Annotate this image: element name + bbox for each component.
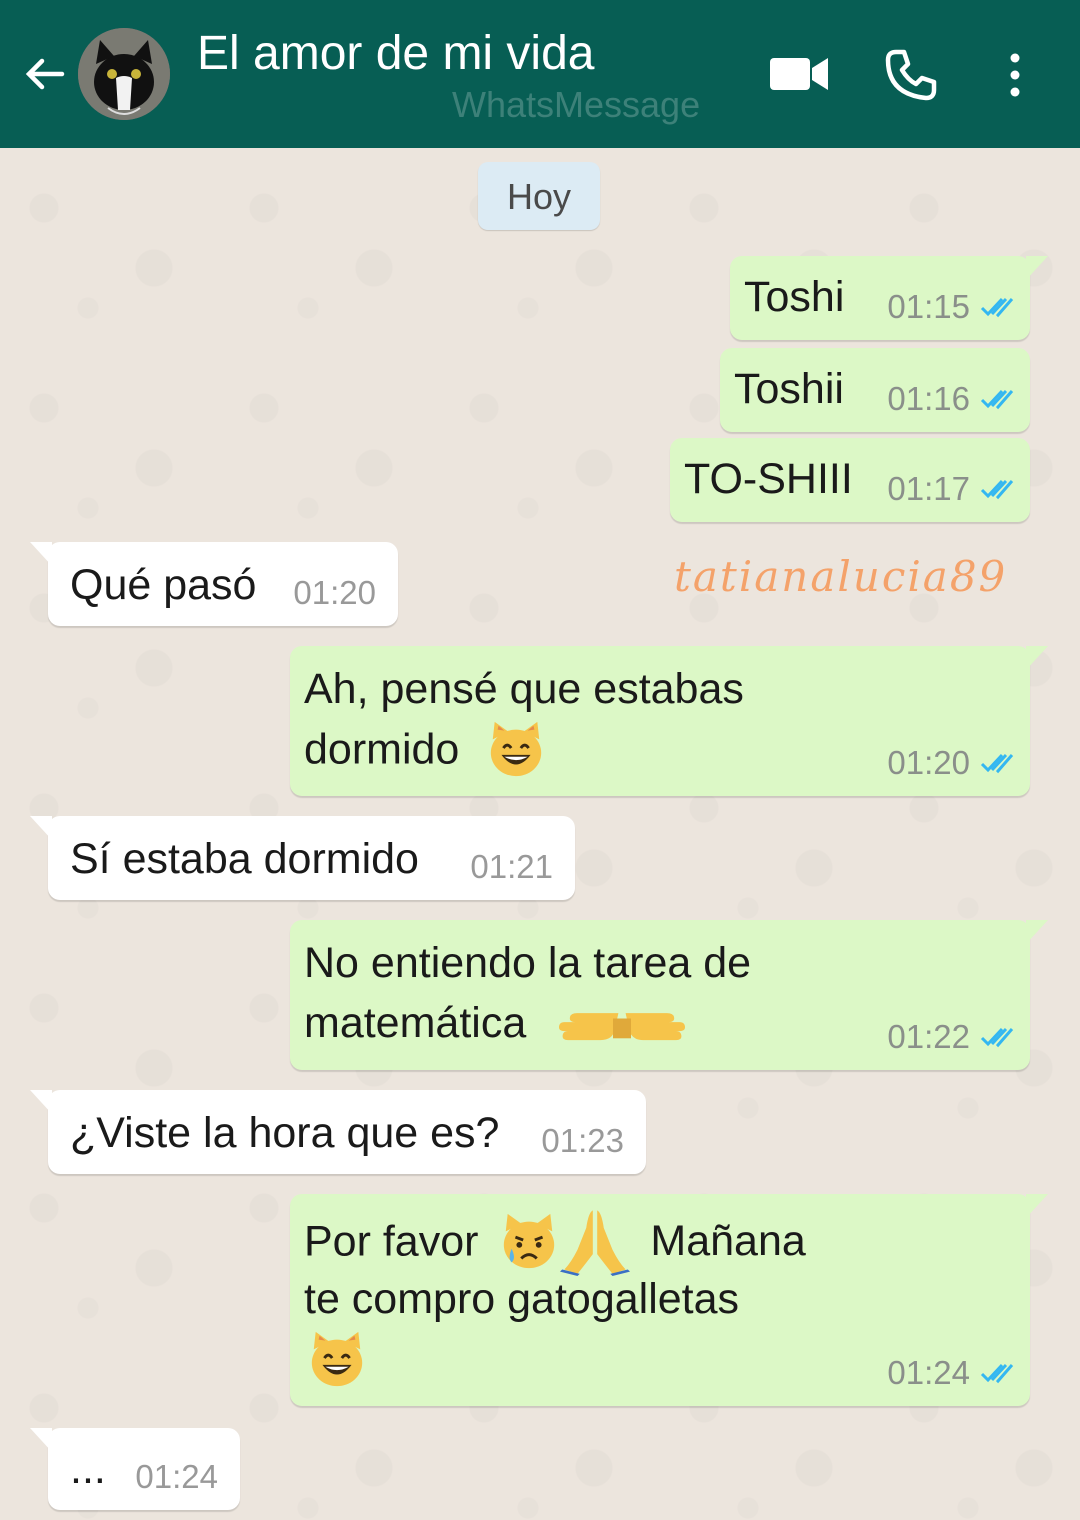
message-meta: 01:23: [541, 1122, 624, 1160]
grinning-cat-emoji: [485, 718, 547, 780]
message-meta: 01:15: [887, 288, 1018, 326]
message-text: Sí estaba dormido: [70, 835, 419, 883]
outgoing-message[interactable]: Toshi 01:15: [730, 256, 1048, 340]
message-text: No entiendo la tarea de: [304, 939, 752, 987]
crying-cat-emoji: [498, 1210, 560, 1272]
message-meta: 01:17: [887, 470, 1018, 508]
message-meta: 01:24: [887, 1354, 1018, 1392]
outgoing-message[interactable]: Ah, pensé que estabas dormido 01:20: [290, 646, 1048, 796]
message-time: 01:24: [887, 1354, 970, 1391]
outgoing-message[interactable]: TO-SHIII 01:17: [670, 438, 1030, 522]
outgoing-message[interactable]: Por favor Mañana te compro gatogalletas …: [290, 1194, 1048, 1406]
message-meta: 01:22: [887, 1018, 1018, 1056]
contact-avatar[interactable]: [78, 28, 170, 120]
message-time: 01:20: [293, 574, 376, 611]
video-call-icon[interactable]: [768, 54, 830, 94]
message-time: 01:17: [887, 470, 970, 507]
message-meta: 01:20: [293, 574, 376, 612]
read-ticks-icon: [980, 752, 1018, 774]
read-ticks-icon: [980, 388, 1018, 410]
message-time: 01:24: [135, 1458, 218, 1495]
outgoing-message[interactable]: No entiendo la tarea de matemática 01:22: [290, 920, 1048, 1070]
incoming-message[interactable]: Sí estaba dormido 01:21: [30, 816, 575, 900]
folded-hands-emoji: [560, 1206, 630, 1276]
outgoing-message[interactable]: Toshii 01:16: [720, 348, 1030, 432]
pointing-left-emoji: [622, 1000, 694, 1046]
message-text: Qué pasó: [70, 561, 257, 609]
grinning-cat-emoji: [306, 1328, 368, 1390]
message-text: te compro gatogalletas: [304, 1275, 740, 1323]
message-meta: 01:20: [887, 744, 1018, 782]
date-separator: Hoy: [478, 162, 600, 230]
read-ticks-icon: [980, 296, 1018, 318]
message-time: 01:16: [887, 380, 970, 417]
incoming-message[interactable]: ¿Viste la hora que es? 01:23: [30, 1090, 646, 1174]
back-arrow-icon[interactable]: [22, 52, 66, 96]
message-time: 01:22: [887, 1018, 970, 1055]
phone-icon[interactable]: [884, 48, 938, 102]
read-ticks-icon: [980, 1026, 1018, 1048]
message-meta: 01:16: [887, 380, 1018, 418]
message-text: Toshi: [744, 273, 845, 321]
watermark-signature: tatianalucia89: [674, 552, 1008, 601]
message-time: 01:15: [887, 288, 970, 325]
incoming-message[interactable]: Qué pasó 01:20: [30, 542, 398, 626]
message-text-line2: matemática: [304, 992, 694, 1054]
message-text: Ah, pensé que estabas: [304, 665, 744, 713]
message-text: dormido: [304, 725, 460, 774]
pointing-right-emoji: [550, 1000, 622, 1046]
message-time: 01:20: [887, 744, 970, 781]
message-text-line2: dormido: [304, 718, 547, 786]
message-text: ...: [70, 1445, 106, 1493]
app-watermark: WhatsMessage: [452, 84, 701, 125]
message-text: TO-SHIII: [684, 455, 853, 503]
message-meta: 01:21: [470, 848, 553, 886]
incoming-message[interactable]: ... 01:24: [30, 1428, 240, 1510]
message-text: matemática: [304, 999, 527, 1047]
message-time: 01:21: [470, 848, 553, 885]
message-text: ¿Viste la hora que es?: [70, 1109, 500, 1157]
message-text: Por favor: [304, 1217, 479, 1266]
message-text: Mañana: [650, 1217, 806, 1266]
read-ticks-icon: [980, 478, 1018, 500]
message-time: 01:23: [541, 1122, 624, 1159]
message-meta: 01:24: [135, 1458, 218, 1496]
chat-header: El amor de mi vida WhatsMessage: [0, 0, 1080, 148]
contact-name[interactable]: El amor de mi vida: [197, 26, 594, 81]
more-options-icon[interactable]: [1000, 50, 1030, 100]
message-text: Toshii: [734, 365, 844, 413]
read-ticks-icon: [980, 1362, 1018, 1384]
